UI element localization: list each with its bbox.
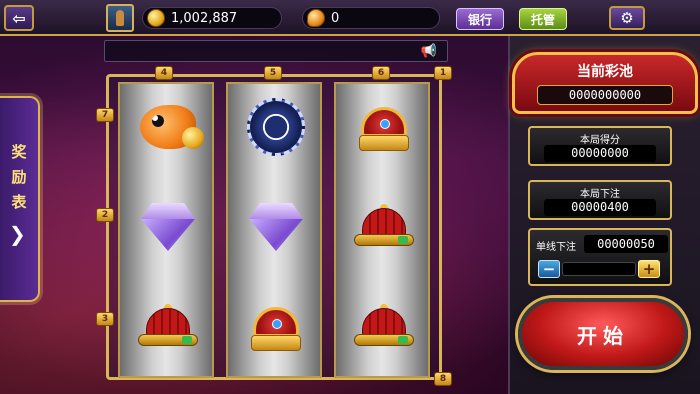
settings-button[interactable]: ⚙ (609, 6, 645, 30)
coin-balance: 1,002,887 (142, 7, 282, 29)
line-bet-label: 单线下注 (536, 242, 576, 253)
gear-icon: ⚙ (620, 9, 634, 27)
jackpot-panel: 当前彩池 0000000000 (512, 52, 698, 114)
round-bet-value: 00000400 (544, 199, 656, 216)
increase-bet-button[interactable]: + (638, 260, 660, 278)
reel-2 (226, 82, 322, 378)
decrease-bet-button[interactable]: − (538, 260, 560, 278)
red-hat-icon (349, 292, 419, 362)
gold-crown-icon (349, 92, 419, 162)
bean-balance: 0 (302, 7, 440, 29)
top-bar: ⇦ 1,002,887 0 银行 托管 ⚙ (0, 0, 700, 36)
bean-balance-value: 0 (331, 10, 340, 26)
poker-chip-icon (241, 92, 311, 162)
red-hat-icon (349, 192, 419, 262)
line-marker-7: 7 (96, 108, 114, 122)
line-marker-5: 5 (264, 66, 282, 80)
announcement-bar (104, 40, 448, 62)
reward-table-tab[interactable]: 奖励表 ❯ (0, 96, 40, 302)
chevron-right-icon: ❯ (9, 222, 26, 246)
line-bet-box: 单线下注 00000050 − + (528, 228, 672, 286)
reward-table-label: 奖励表 (11, 143, 27, 211)
line-marker-2: 2 (96, 208, 114, 222)
line-marker-4: 4 (155, 66, 173, 80)
line-marker-8: 8 (434, 372, 452, 386)
coin-icon (147, 9, 165, 27)
line-marker-6: 6 (372, 66, 390, 80)
avatar[interactable] (106, 4, 134, 32)
clownfish-coin-icon (133, 92, 204, 162)
bank-button[interactable]: 银行 (456, 8, 504, 30)
coin-balance-value: 1,002,887 (171, 10, 238, 26)
purple-diamond-icon (133, 192, 203, 262)
round-score-box: 本局得分 00000000 (528, 126, 672, 166)
red-hat-icon (133, 292, 203, 362)
round-score-label: 本局得分 (580, 135, 620, 146)
round-score-value: 00000000 (544, 145, 656, 162)
jackpot-title: 当前彩池 (577, 64, 633, 80)
round-bet-label: 本局下注 (580, 189, 620, 200)
bet-slider-track[interactable] (562, 262, 636, 276)
line-bet-value: 00000050 (584, 235, 668, 253)
purple-diamond-icon (241, 192, 311, 262)
jackpot-value: 0000000000 (537, 85, 673, 105)
auto-play-button[interactable]: 托管 (519, 8, 567, 30)
reel-3 (334, 82, 430, 378)
line-marker-1: 1 (434, 66, 452, 80)
bean-icon (307, 9, 325, 27)
line-marker-3: 3 (96, 312, 114, 326)
exit-button[interactable]: ⇦ (4, 5, 34, 31)
exit-icon: ⇦ (12, 8, 26, 28)
round-bet-box: 本局下注 00000400 (528, 180, 672, 220)
gold-crown-icon (241, 292, 311, 362)
start-spin-button[interactable]: 开始 (518, 298, 688, 370)
reel-1 (118, 82, 214, 378)
speaker-icon[interactable]: 📢 (418, 42, 440, 60)
